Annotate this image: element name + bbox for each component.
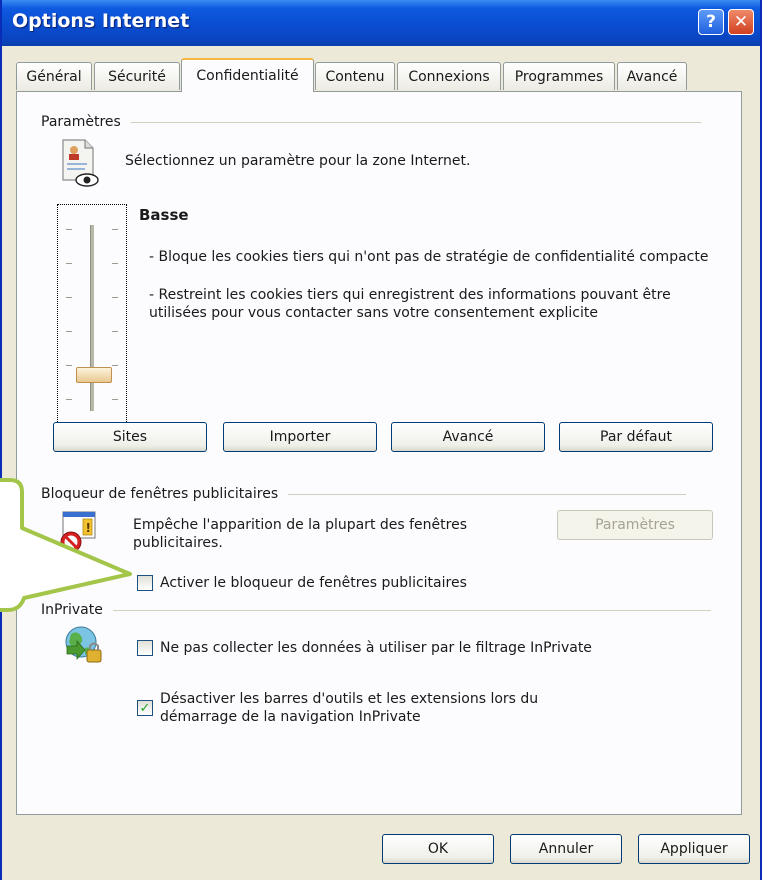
slider-tick (66, 331, 72, 332)
close-button[interactable]: ✕ (728, 9, 754, 35)
slider-tick (112, 229, 118, 230)
slider-tick (112, 331, 118, 332)
internet-options-dialog: Options Internet ? ✕ Général Sécurité Co… (0, 0, 762, 880)
close-icon: ✕ (733, 12, 749, 32)
slider-tick (66, 297, 72, 298)
slider-tick (112, 399, 118, 400)
divider (112, 609, 711, 611)
inprivate-filtering-label[interactable]: Ne pas collecter les données à utiliser … (160, 639, 592, 657)
slider-tick (66, 263, 72, 264)
slider-tick (112, 297, 118, 298)
popup-blocker-group: Bloqueur de fenêtres publicitaires (41, 486, 687, 502)
slider-tick (66, 399, 72, 400)
inprivate-heading: InPrivate (41, 602, 103, 618)
inprivate-filtering-checkbox[interactable] (137, 640, 153, 656)
slider-tick (112, 365, 118, 366)
window-title: Options Internet (12, 10, 190, 32)
privacy-level-description-2: - Restreint les cookies tiers qui enregi… (149, 287, 671, 321)
privacy-level-name: Basse (139, 206, 189, 224)
inprivate-group: InPrivate (41, 602, 711, 618)
tab-avance[interactable]: Avancé (617, 62, 687, 90)
tab-connexions[interactable]: Connexions (397, 62, 501, 90)
inprivate-icon (65, 626, 102, 663)
svg-text:!: ! (86, 521, 91, 535)
help-icon: ? (706, 12, 716, 32)
privacy-document-icon (62, 139, 99, 187)
tab-general[interactable]: Général (16, 62, 92, 90)
default-button[interactable]: Par défaut (559, 422, 713, 452)
tab-contenu[interactable]: Contenu (315, 62, 395, 90)
parametres-heading: Paramètres (41, 114, 121, 130)
disable-toolbars-checkbox[interactable]: ✓ (137, 700, 153, 716)
tab-programmes[interactable]: Programmes (503, 62, 615, 90)
popup-blocked-icon: ! (60, 511, 96, 553)
divider (130, 121, 701, 123)
ok-button[interactable]: OK (382, 834, 494, 864)
tab-confidentialite[interactable]: Confidentialité (181, 58, 314, 92)
import-button[interactable]: Importer (223, 422, 377, 452)
slider-thumb[interactable] (76, 366, 112, 383)
privacy-level-slider[interactable] (57, 204, 127, 432)
privacy-level-description-1: - Bloque les cookies tiers qui n'ont pas… (149, 249, 709, 265)
popup-blocker-heading: Bloqueur de fenêtres publicitaires (41, 486, 279, 502)
cancel-button[interactable]: Annuler (510, 834, 622, 864)
apply-button[interactable]: Appliquer (638, 834, 750, 864)
slider-track (90, 225, 94, 411)
parametres-instruction: Sélectionnez un paramètre pour la zone I… (125, 153, 471, 169)
divider (288, 493, 687, 495)
enable-popup-blocker-checkbox[interactable] (137, 575, 153, 591)
disable-toolbars-label[interactable]: Désactiver les barres d'outils et les ex… (160, 690, 580, 726)
tab-strip: Général Sécurité Confidentialité Contenu… (2, 58, 760, 92)
help-button[interactable]: ? (698, 9, 724, 35)
enable-popup-blocker-label[interactable]: Activer le bloqueur de fenêtres publicit… (160, 574, 467, 592)
popup-settings-button[interactable]: Paramètres (557, 510, 713, 540)
slider-tick (112, 263, 118, 264)
parametres-group: Paramètres (41, 114, 701, 130)
tab-securite[interactable]: Sécurité (94, 62, 180, 90)
slider-tick (66, 365, 72, 366)
title-bar[interactable]: Options Internet ? ✕ (2, 0, 760, 46)
advanced-button[interactable]: Avancé (391, 422, 545, 452)
sites-button[interactable]: Sites (53, 422, 207, 452)
slider-tick (66, 229, 72, 230)
privacy-panel: Paramètres Sélectionnez un paramètre pou… (16, 91, 742, 815)
checkmark-icon: ✓ (139, 700, 151, 716)
popup-blocker-description: Empêche l'apparition de la plupart des f… (133, 517, 467, 551)
